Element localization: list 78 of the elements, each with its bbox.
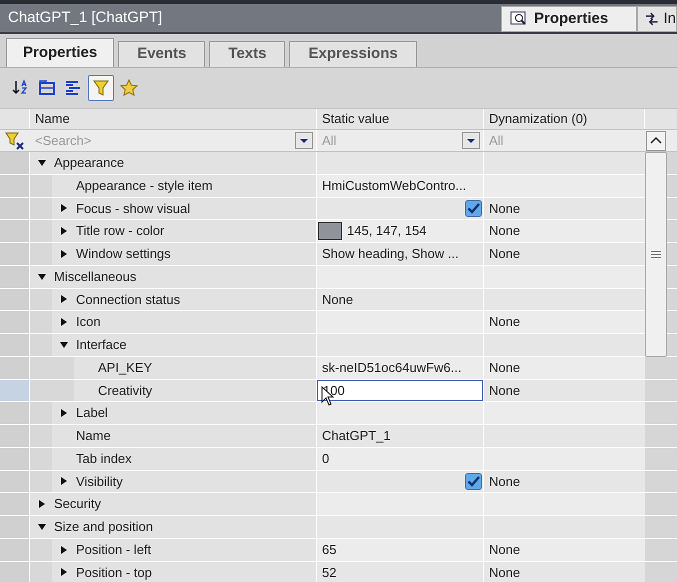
property-value: 52	[321, 564, 336, 582]
property-name: Size and position	[54, 518, 154, 536]
filter-button[interactable]	[88, 75, 114, 101]
tab[interactable]: Texts	[209, 41, 286, 67]
expand-arrow-icon[interactable]	[60, 294, 68, 304]
star-icon	[120, 79, 138, 97]
property-value: 65	[321, 540, 336, 559]
tab[interactable]: Events	[118, 41, 206, 67]
property-name: Connection status	[76, 290, 180, 309]
property-value: ChatGPT_1	[321, 427, 391, 446]
property-name: Miscellaneous	[54, 268, 136, 286]
dynamization-cell: None	[484, 220, 645, 242]
dynamization-cell: None	[484, 562, 645, 582]
expand-arrow-icon[interactable]	[60, 226, 68, 236]
property-name: Name	[76, 427, 111, 446]
property-value: 145, 147, 154	[347, 222, 427, 240]
dynamization-cell: None	[484, 470, 645, 492]
property-name: Tab index	[76, 450, 132, 468]
filter-icon	[92, 79, 110, 97]
property-name: Focus - show visual	[76, 200, 190, 218]
dynamization-cell: None	[484, 538, 645, 560]
expand-arrow-icon[interactable]	[60, 317, 68, 328]
property-name: Appearance	[54, 154, 124, 172]
grip-icon	[651, 251, 661, 258]
folder-icon	[38, 79, 56, 97]
window-title: ChatGPT_1 [ChatGPT]	[7, 8, 164, 28]
property-value: HmiCustomWebContro...	[321, 176, 466, 195]
property-name: Interface	[76, 336, 127, 354]
dynamization-cell: None	[484, 243, 645, 265]
expand-arrow-icon[interactable]	[38, 499, 46, 510]
property-name: Position - left	[76, 540, 152, 559]
property-name: Appearance - style item	[76, 176, 213, 195]
collapse-arrow-icon[interactable]	[59, 340, 69, 349]
dynamization-cell: None	[484, 380, 645, 402]
tab[interactable]: Expressions	[289, 41, 417, 67]
side-tab[interactable]: Properties	[501, 6, 637, 32]
checkbox[interactable]	[465, 472, 482, 490]
dynamization-cell: None	[484, 198, 645, 220]
magnifier-icon	[510, 11, 528, 27]
column-header: Dynamization (0)	[484, 109, 645, 129]
column-header: Static value	[317, 109, 484, 129]
property-value: Show heading, Show ...	[321, 245, 459, 264]
property-name: Icon	[76, 313, 101, 332]
column-header: Name	[30, 109, 317, 129]
property-name: Title row - color	[76, 222, 164, 240]
tab[interactable]: Properties	[6, 38, 114, 67]
property-value: None	[321, 290, 354, 309]
expand-arrow-icon[interactable]	[60, 567, 68, 578]
scrollbar-thumb[interactable]	[645, 152, 667, 357]
check-icon	[467, 476, 480, 487]
expand-arrow-icon[interactable]	[60, 408, 68, 418]
scroll-up-icon[interactable]	[646, 130, 666, 150]
dynamization-cell: None	[484, 311, 645, 333]
expand-arrow-icon[interactable]	[60, 203, 68, 214]
side-tab[interactable]: In	[637, 6, 677, 32]
arrows-icon	[644, 11, 660, 27]
expand-arrow-icon[interactable]	[60, 476, 68, 486]
property-name: Creativity	[98, 382, 152, 400]
clear-filter-icon[interactable]	[5, 132, 25, 150]
property-name: Window settings	[76, 245, 171, 264]
collapse-arrow-icon[interactable]	[37, 272, 47, 281]
checkbox[interactable]	[465, 200, 482, 217]
expand-arrow-icon[interactable]	[60, 248, 68, 259]
dynamization-cell: None	[484, 356, 645, 378]
property-name: Label	[76, 404, 108, 422]
property-name: Visibility	[76, 472, 123, 491]
sort-icon	[12, 79, 30, 97]
check-icon	[467, 202, 480, 214]
expand-arrow-icon[interactable]	[60, 544, 68, 555]
color-swatch[interactable]	[318, 222, 342, 240]
property-value: sk-neID51oc64uwFw6...	[321, 358, 462, 377]
property-value: 0	[321, 450, 330, 468]
list-icon	[64, 79, 82, 97]
collapse-arrow-icon[interactable]	[37, 158, 47, 167]
collapse-arrow-icon[interactable]	[37, 522, 47, 531]
property-name: API_KEY	[98, 358, 152, 377]
property-name: Security	[54, 495, 101, 514]
property-name: Position - top	[76, 564, 152, 582]
